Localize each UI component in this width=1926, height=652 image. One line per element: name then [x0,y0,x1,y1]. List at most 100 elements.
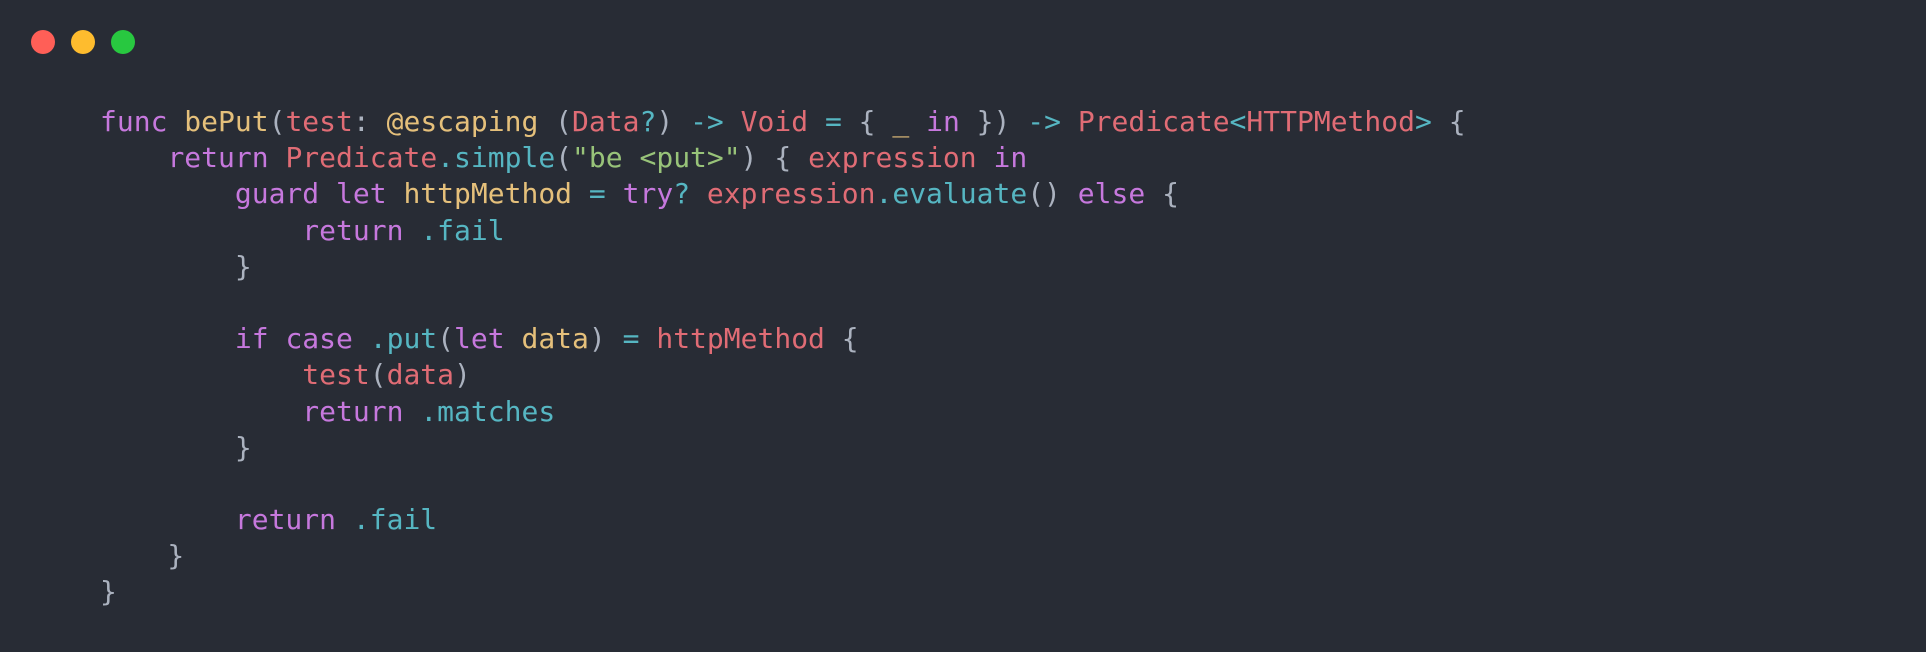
code-line: guard let httpMethod = try? expression.e… [100,176,1466,212]
code-line: if case .put(let data) = httpMethod { [100,321,1466,357]
code-token: ( [538,105,573,138]
code-block: func bePut(test: @escaping (Data?) -> Vo… [100,104,1466,611]
code-token: test [285,105,353,138]
code-token: let [454,322,505,356]
code-token: < [1229,105,1247,138]
code-token: return [167,141,269,175]
code-token: ? [639,105,657,138]
code-line: return Predicate.simple("be <put>") { ex… [100,140,1466,176]
code-token: { [1431,105,1466,138]
code-token: ? [673,177,691,211]
code-token: .fail [420,213,505,247]
code-token: Predicate [285,141,438,175]
code-token: = [588,177,606,211]
code-token: data [386,358,455,392]
code-token: httpMethod [656,322,825,356]
code-token: () [1027,177,1078,211]
code-token: HTTPMethod [1246,105,1415,138]
code-token: return [234,503,337,537]
code-window: func bePut(test: @escaping (Data?) -> Vo… [0,0,1926,652]
code-token: Data [572,105,640,138]
code-line: } [100,538,1466,574]
code-token: ) { [740,141,809,175]
minimize-button[interactable] [71,30,95,54]
code-token: = [622,322,640,356]
code-token: }) [959,105,1028,138]
code-line: func bePut(test: @escaping (Data?) -> Vo… [100,104,1466,140]
code-line: return .fail [100,213,1466,249]
code-token: func [100,105,168,138]
code-line: } [100,430,1466,466]
code-line: } [100,249,1466,285]
code-token: try [622,177,674,211]
code-token: guard [234,177,320,211]
code-token: return [302,213,404,247]
code-token: ) [454,358,471,392]
code-token: .matches [420,394,556,428]
code-token: ) [656,105,691,138]
code-token: if [234,322,269,356]
close-button[interactable] [31,30,55,54]
code-line: return .matches [100,394,1466,430]
code-token: : [352,105,387,138]
code-token: ( [369,358,387,392]
code-line: return .fail [100,502,1466,538]
code-line: } [100,574,1466,610]
code-token: in [926,105,960,138]
window-controls [31,30,135,54]
code-token: .fail [352,503,438,537]
code-token: in [993,141,1028,175]
code-token: { [824,322,859,356]
code-token: = [824,105,842,138]
code-token: test [302,358,370,392]
code-token: .evaluate [875,177,1028,211]
zoom-button[interactable] [111,30,135,54]
code-token: } [100,539,185,573]
code-token: -> [1027,105,1061,138]
code-token: return [302,394,404,428]
code-token: httpMethod [403,177,573,211]
code-token: case [285,322,353,356]
code-token: let [336,177,387,211]
code-token: { [1145,177,1179,211]
code-token: ( [555,141,573,175]
code-token: ( [268,105,286,138]
code-token: } [100,249,252,283]
code-token: bePut [184,105,269,138]
code-token: ) [588,322,623,356]
code-token: data [521,322,589,356]
code-token: .simple [437,141,556,175]
code-token: Predicate [1077,105,1230,138]
code-token: "be <put>" [572,141,741,175]
code-token: { [841,105,893,138]
code-token: .put [369,322,438,356]
code-token: expression [808,141,977,175]
code-token: } [100,430,252,464]
code-token: @escaping [386,105,539,138]
code-token: _ [892,105,910,138]
